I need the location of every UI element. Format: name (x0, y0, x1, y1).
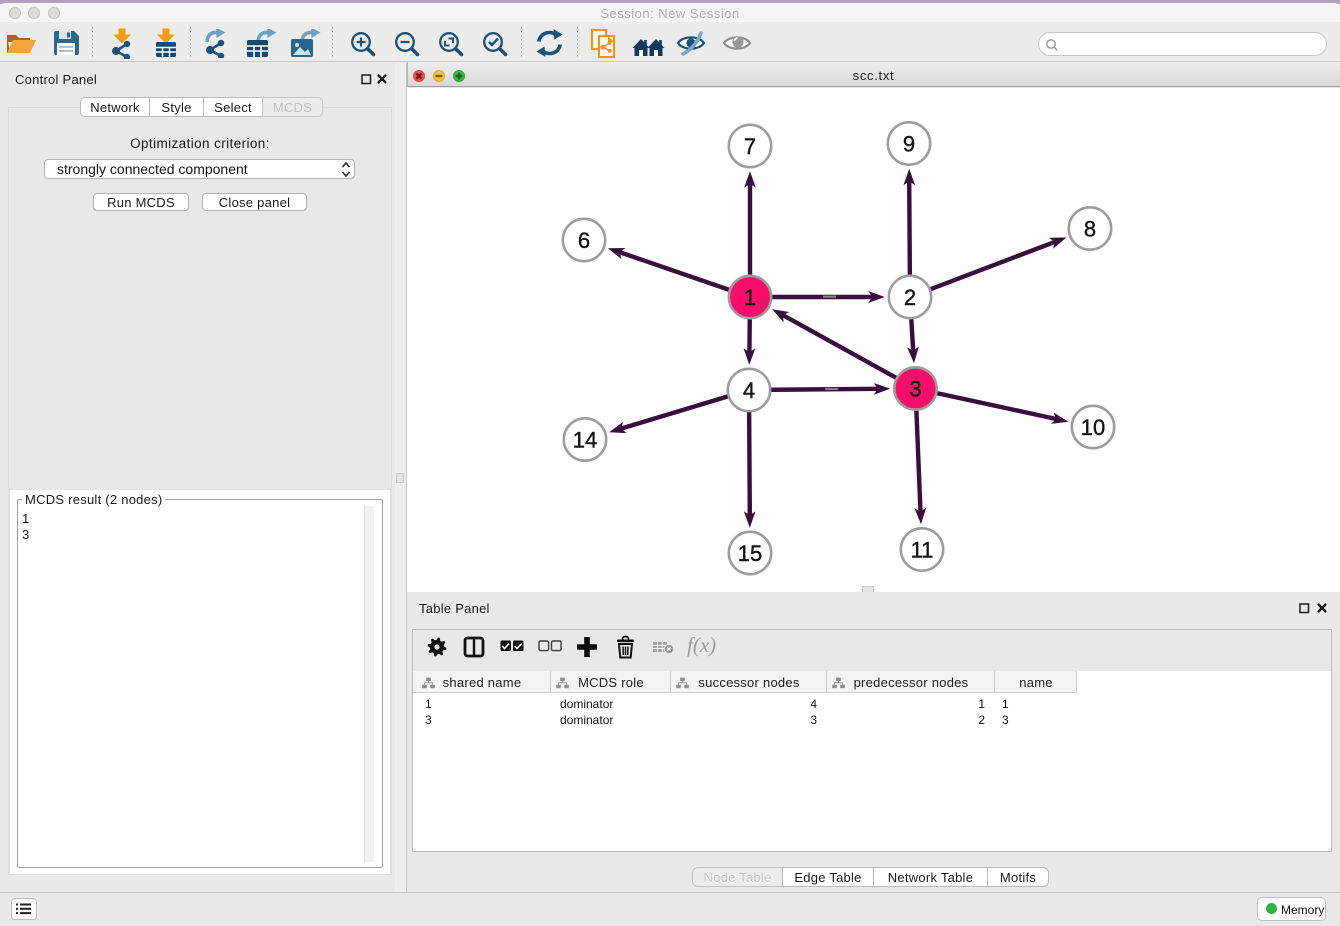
svg-text:11: 11 (911, 537, 934, 562)
svg-text:8: 8 (1084, 216, 1096, 241)
svg-text:3: 3 (909, 376, 921, 401)
svg-text:7: 7 (744, 134, 756, 159)
svg-text:14: 14 (573, 427, 597, 452)
svg-text:2: 2 (904, 285, 916, 310)
svg-text:1: 1 (744, 285, 756, 310)
svg-text:4: 4 (743, 378, 755, 403)
svg-text:6: 6 (578, 228, 590, 253)
svg-text:15: 15 (738, 541, 762, 566)
svg-text:9: 9 (903, 131, 915, 156)
svg-text:10: 10 (1081, 415, 1105, 440)
